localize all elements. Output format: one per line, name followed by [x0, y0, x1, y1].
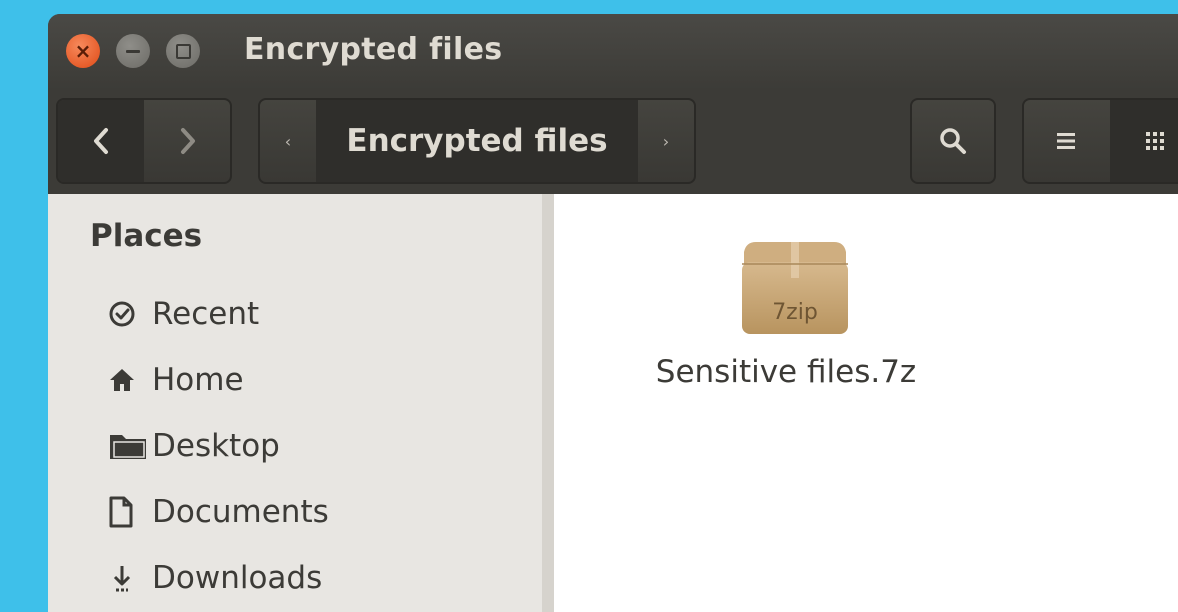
breadcrumb-scroll-left-button[interactable]: ‹	[260, 100, 316, 182]
chevron-left-icon	[94, 128, 108, 154]
maximize-window-button[interactable]	[166, 34, 200, 68]
breadcrumb-scroll-right-button[interactable]: ›	[638, 100, 694, 182]
view-toggle-group	[1022, 98, 1178, 184]
sidebar-item-label: Downloads	[152, 560, 323, 596]
sidebar-item-label: Home	[152, 362, 244, 398]
sidebar-item-desktop[interactable]: Desktop	[108, 424, 280, 468]
sidebar-item-downloads[interactable]: Downloads	[108, 556, 322, 600]
document-icon	[108, 490, 152, 534]
folder-icon	[108, 424, 152, 468]
chevron-right-small-icon: ›	[662, 131, 670, 151]
back-button[interactable]	[58, 100, 144, 182]
list-view-icon	[1057, 133, 1075, 149]
sidebar-item-documents[interactable]: Documents	[108, 490, 329, 534]
places-sidebar: Places Recent Home Desktop Documents Dow…	[48, 194, 554, 612]
grid-view-icon	[1146, 132, 1164, 150]
search-button[interactable]	[910, 98, 996, 184]
breadcrumb-current-folder[interactable]: Encrypted files	[316, 100, 638, 182]
sidebar-item-recent[interactable]: Recent	[108, 292, 259, 336]
archive-box-icon: 7zip	[738, 238, 852, 338]
file-name: Sensitive files.7z	[655, 354, 917, 390]
title-bar: × Encrypted files	[48, 14, 1178, 90]
sidebar-item-label: Desktop	[152, 428, 280, 464]
history-nav-group	[56, 98, 232, 184]
forward-button[interactable]	[146, 100, 230, 182]
chevron-right-icon	[181, 128, 195, 154]
close-icon: ×	[74, 39, 92, 63]
maximize-icon	[175, 43, 191, 59]
list-view-button[interactable]	[1024, 100, 1108, 182]
archive-type-label: 7zip	[772, 300, 818, 325]
chevron-left-small-icon: ‹	[284, 131, 292, 151]
sidebar-item-label: Recent	[152, 296, 260, 332]
toolbar: ‹ Encrypted files ›	[48, 90, 1178, 194]
grid-view-button[interactable]	[1110, 100, 1178, 182]
breadcrumb: ‹ Encrypted files ›	[258, 98, 696, 184]
window-title: Encrypted files	[244, 32, 503, 67]
file-manager-window: × Encrypted files ‹ Encrypted files › Pl…	[48, 14, 1178, 612]
places-header: Places	[90, 218, 203, 254]
download-icon	[108, 556, 152, 600]
minimize-icon	[126, 49, 140, 53]
search-icon	[940, 128, 966, 154]
minimize-window-button[interactable]	[116, 34, 150, 68]
sidebar-item-label: Documents	[152, 494, 329, 530]
close-window-button[interactable]: ×	[66, 34, 100, 68]
home-icon	[108, 358, 152, 402]
sidebar-item-home[interactable]: Home	[108, 358, 244, 402]
file-view: 7zip Sensitive files.7z	[554, 194, 1178, 612]
clock-icon	[108, 292, 152, 336]
